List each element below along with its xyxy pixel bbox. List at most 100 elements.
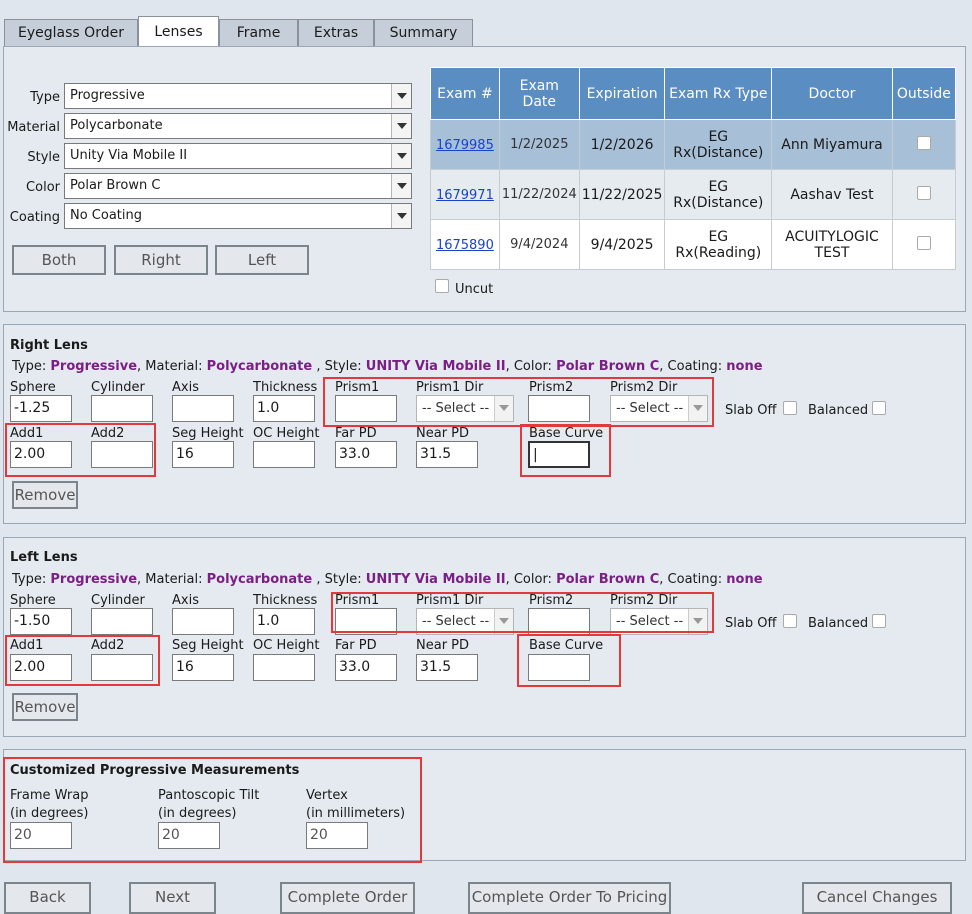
- exam-number-cell: 1675890: [430, 219, 500, 270]
- sphere-input[interactable]: -1.50: [10, 608, 72, 635]
- near-pd-label: Near PD: [416, 638, 470, 653]
- slab-off-checkbox[interactable]: [783, 614, 797, 628]
- header-exam-date: Exam Date: [498, 67, 580, 120]
- table-row[interactable]: 1675890 9/4/2024 9/4/2025 EG Rx(Reading)…: [430, 219, 957, 270]
- expiration-cell: 11/22/2025: [578, 169, 666, 220]
- desc-color-label: , Color:: [505, 359, 552, 374]
- highlight-box: [331, 592, 714, 633]
- right-button[interactable]: Right: [114, 245, 208, 275]
- tab-eyeglass-order[interactable]: Eyeglass Order: [4, 19, 138, 47]
- slab-off-label: Slab Off: [725, 403, 777, 418]
- exam-link[interactable]: 1679971: [436, 188, 494, 203]
- outside-cell: [891, 169, 957, 220]
- color-select[interactable]: Polar Brown C: [64, 173, 412, 199]
- expiration-cell: 9/4/2025: [578, 219, 666, 270]
- exam-link[interactable]: 1679985: [436, 138, 494, 153]
- left-lens-description: Type: Progressive, Material: Polycarbona…: [12, 572, 763, 587]
- thickness-input[interactable]: 1.0: [253, 608, 315, 635]
- color-value: Polar Brown C: [70, 178, 161, 193]
- next-button[interactable]: Next: [129, 882, 216, 914]
- type-select[interactable]: Progressive: [64, 83, 412, 109]
- left-button[interactable]: Left: [215, 245, 309, 275]
- desc-material-label: , Material:: [137, 572, 203, 587]
- axis-input[interactable]: [172, 608, 234, 635]
- right-lens-description: Type: Progressive, Material: Polycarbona…: [12, 359, 763, 374]
- table-row[interactable]: 1679985 1/2/2025 1/2/2026 EG Rx(Distance…: [430, 119, 957, 170]
- chevron-down-icon: [391, 204, 411, 228]
- tab-frame[interactable]: Frame: [219, 19, 298, 47]
- back-button[interactable]: Back: [4, 882, 91, 914]
- rx-type-cell: EG Rx(Distance): [664, 169, 773, 220]
- tab-extras[interactable]: Extras: [298, 19, 374, 47]
- axis-label: Axis: [172, 380, 199, 395]
- axis-input[interactable]: [172, 395, 234, 422]
- tab-summary[interactable]: Summary: [374, 19, 473, 47]
- cylinder-input[interactable]: [91, 395, 153, 422]
- far-pd-label: Far PD: [335, 638, 377, 653]
- sphere-input[interactable]: -1.25: [10, 395, 72, 422]
- exam-link[interactable]: 1675890: [436, 238, 494, 253]
- outside-checkbox[interactable]: [916, 185, 931, 200]
- far-pd-label: Far PD: [335, 426, 377, 441]
- highlight-box: [520, 424, 611, 477]
- seg-height-input[interactable]: 16: [172, 654, 234, 681]
- highlight-box: [323, 377, 714, 427]
- sphere-label: Sphere: [10, 593, 56, 608]
- exam-table: Exam # Exam Date Expiration Exam Rx Type…: [430, 67, 957, 270]
- exam-date-cell: 11/22/2024: [498, 169, 580, 220]
- uncut-checkbox[interactable]: [435, 279, 449, 293]
- far-pd-input[interactable]: 33.0: [335, 654, 397, 681]
- desc-material-value: Polycarbonate: [206, 572, 313, 587]
- both-button[interactable]: Both: [12, 245, 106, 275]
- balanced-checkbox[interactable]: [872, 614, 886, 628]
- type-label: Type: [30, 90, 60, 105]
- desc-coating-value: none: [726, 359, 763, 374]
- desc-type-label: Type:: [12, 359, 47, 374]
- outside-cell: [891, 119, 957, 170]
- complete-order-button[interactable]: Complete Order: [280, 882, 415, 914]
- rx-type-cell: EG Rx(Distance): [664, 119, 773, 170]
- color-label: Color: [26, 180, 60, 195]
- material-select[interactable]: Polycarbonate: [64, 113, 412, 139]
- highlight-box: [5, 635, 160, 686]
- header-exam-rx-type: Exam Rx Type: [664, 67, 773, 120]
- remove-right-lens-button[interactable]: Remove: [12, 481, 78, 509]
- oc-height-input[interactable]: [253, 654, 315, 681]
- far-pd-input[interactable]: 33.0: [335, 441, 397, 468]
- left-lens-title: Left Lens: [10, 550, 78, 565]
- near-pd-input[interactable]: 31.5: [416, 441, 478, 468]
- near-pd-input[interactable]: 31.5: [416, 654, 478, 681]
- highlight-box: [517, 634, 621, 687]
- slab-off-checkbox[interactable]: [783, 401, 797, 415]
- header-outside: Outside: [891, 67, 957, 120]
- remove-left-lens-button[interactable]: Remove: [12, 693, 78, 721]
- outside-checkbox[interactable]: [916, 235, 931, 250]
- oc-height-input[interactable]: [253, 441, 315, 468]
- header-expiration: Expiration: [578, 67, 666, 120]
- coating-value: No Coating: [70, 208, 143, 223]
- outside-checkbox[interactable]: [916, 135, 931, 150]
- coating-select[interactable]: No Coating: [64, 203, 412, 229]
- cancel-changes-button[interactable]: Cancel Changes: [802, 882, 952, 914]
- near-pd-label: Near PD: [416, 426, 470, 441]
- exam-number-cell: 1679971: [430, 169, 500, 220]
- balanced-checkbox[interactable]: [872, 401, 886, 415]
- style-label: Style: [27, 150, 60, 165]
- thickness-input[interactable]: 1.0: [253, 395, 315, 422]
- table-row[interactable]: 1679971 11/22/2024 11/22/2025 EG Rx(Dist…: [430, 169, 957, 220]
- desc-style-value: UNITY Via Mobile II: [365, 359, 506, 374]
- chevron-down-icon: [391, 114, 411, 138]
- header-exam-number: Exam #: [430, 67, 500, 120]
- desc-coating-label: , Coating:: [659, 359, 723, 374]
- tab-lenses[interactable]: Lenses: [138, 16, 219, 48]
- desc-type-value: Progressive: [50, 359, 138, 374]
- complete-order-to-pricing-button[interactable]: Complete Order To Pricing: [468, 882, 671, 914]
- style-select[interactable]: Unity Via Mobile II: [64, 143, 412, 169]
- desc-color-label: , Color:: [505, 572, 552, 587]
- material-value: Polycarbonate: [70, 118, 163, 133]
- exam-date-cell: 9/4/2024: [498, 219, 580, 270]
- desc-material-value: Polycarbonate: [206, 359, 313, 374]
- cylinder-input[interactable]: [91, 608, 153, 635]
- expiration-cell: 1/2/2026: [578, 119, 666, 170]
- seg-height-input[interactable]: 16: [172, 441, 234, 468]
